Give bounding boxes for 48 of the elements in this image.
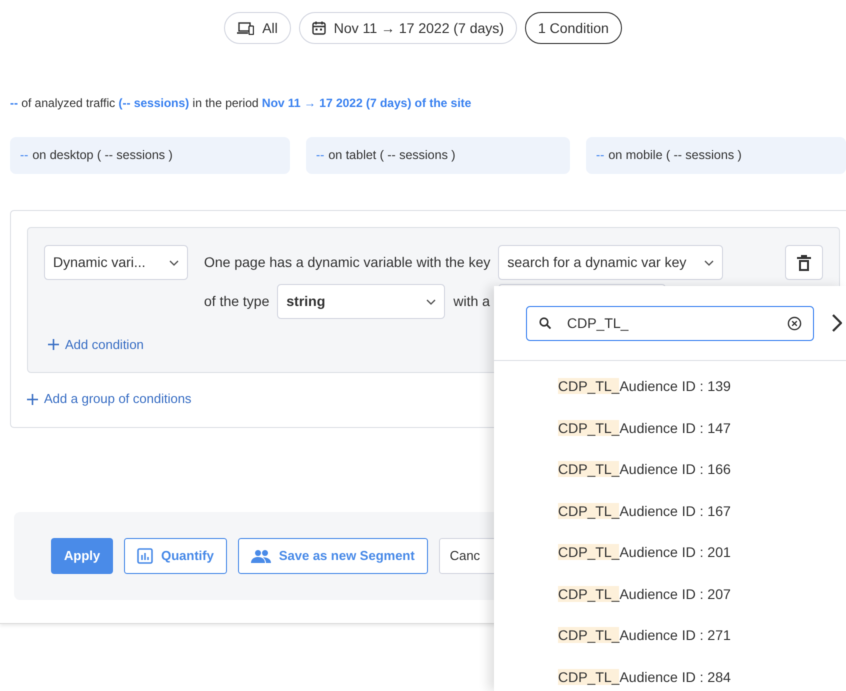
option-text: CDP_TL_Audience ID : 166 bbox=[558, 460, 731, 480]
chevron-down-icon bbox=[426, 298, 436, 304]
stat-label: on mobile ( -- sessions ) bbox=[608, 147, 742, 164]
stat-label: on tablet ( -- sessions ) bbox=[328, 147, 456, 164]
option-item[interactable]: CDP_TL_Audience ID : 207 bbox=[494, 574, 846, 615]
select-field[interactable]: string bbox=[277, 284, 446, 319]
condition-text: with a bbox=[453, 292, 490, 311]
select-field[interactable]: search for a dynamic var key bbox=[498, 245, 724, 280]
option-text: CDP_TL_Audience ID : 147 bbox=[558, 418, 731, 438]
chevron-down-icon bbox=[169, 260, 179, 266]
chevron-down-icon bbox=[704, 260, 714, 266]
chart-icon bbox=[137, 548, 154, 564]
calendar-icon bbox=[312, 21, 326, 35]
add-condition-link[interactable]: Add condition bbox=[48, 335, 144, 354]
clear-icon[interactable] bbox=[787, 316, 802, 330]
add-group-link[interactable]: Add a group of conditions bbox=[27, 389, 192, 409]
stat-value: -- bbox=[596, 147, 604, 164]
trash-icon bbox=[797, 254, 811, 270]
option-text: CDP_TL_Audience ID : 207 bbox=[558, 584, 731, 604]
option-text: CDP_TL_Audience ID : 284 bbox=[558, 668, 731, 687]
option-item[interactable]: CDP_TL_Audience ID : 284 bbox=[494, 656, 846, 691]
option-item[interactable]: CDP_TL_Audience ID : 139 bbox=[494, 366, 846, 408]
option-text: CDP_TL_Audience ID : 271 bbox=[558, 626, 731, 646]
option-text: CDP_TL_Audience ID : 167 bbox=[558, 502, 731, 521]
filter-button[interactable]: 1 Condition bbox=[524, 12, 622, 44]
stat-value: -- bbox=[316, 147, 324, 164]
search-field[interactable]: CDP_TL_ bbox=[526, 306, 814, 340]
option-item[interactable]: CDP_TL_Audience ID : 147 bbox=[494, 408, 846, 449]
option-item[interactable]: CDP_TL_Audience ID : 271 bbox=[494, 615, 846, 656]
filter-button[interactable]: All bbox=[224, 12, 291, 44]
option-item[interactable]: CDP_TL_Audience ID : 167 bbox=[494, 490, 846, 532]
summary-text: -- of analyzed traffic (-- sessions) in the period Nov 11 → 17 2022 (7 days) of the site bbox=[10, 95, 472, 112]
option-item[interactable]: CDP_TL_Audience ID : 166 bbox=[494, 449, 846, 490]
devices-icon bbox=[237, 22, 254, 34]
people-icon bbox=[250, 548, 271, 562]
select-field[interactable]: Dynamic vari... bbox=[44, 245, 188, 280]
plus-icon bbox=[27, 394, 38, 404]
stat-label: on desktop ( -- sessions ) bbox=[32, 147, 173, 164]
option-text: CDP_TL_Audience ID : 139 bbox=[558, 377, 731, 396]
plus-icon bbox=[48, 339, 59, 350]
stat-value: -- bbox=[20, 147, 28, 164]
chevron-right-icon[interactable] bbox=[832, 314, 842, 332]
condition-text: of the type bbox=[204, 292, 270, 311]
filter-button[interactable]: Nov 11 → 17 2022 (7 days) bbox=[298, 12, 517, 44]
search-icon bbox=[539, 316, 551, 328]
condition-text: One page has a dynamic variable with the key bbox=[204, 253, 490, 272]
option-text: CDP_TL_Audience ID : 201 bbox=[558, 543, 731, 562]
delete-button[interactable] bbox=[785, 245, 823, 280]
